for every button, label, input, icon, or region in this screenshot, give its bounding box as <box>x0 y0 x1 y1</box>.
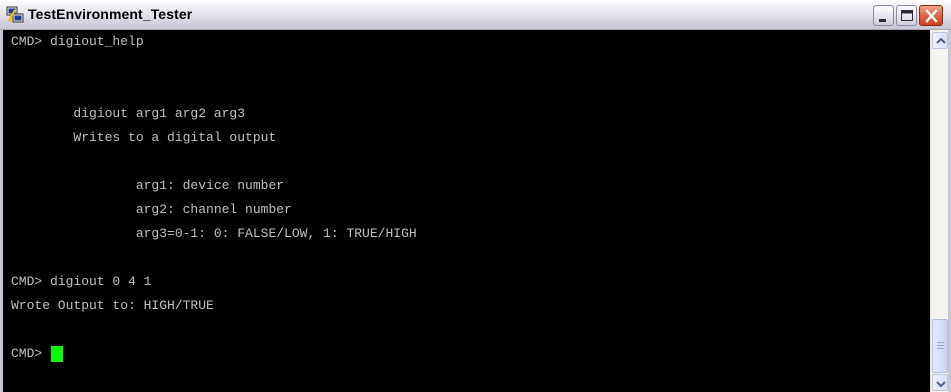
minimize-icon <box>879 19 886 22</box>
window-title: TestEnvironment_Tester <box>28 6 193 22</box>
terminal-console[interactable]: CMD> digiout_help digiout arg1 arg2 arg3… <box>3 30 930 392</box>
console-line: arg1: device number <box>11 178 285 193</box>
grip-line <box>937 348 944 349</box>
console-line: arg3=0-1: 0: FALSE/LOW, 1: TRUE/HIGH <box>11 226 417 241</box>
console-line: CMD> digiout_help <box>11 34 144 49</box>
console-line: Wrote Output to: HIGH/TRUE <box>11 298 214 313</box>
console-line: digiout arg1 arg2 arg3 <box>11 106 246 121</box>
close-button[interactable] <box>919 5 943 26</box>
console-prompt: CMD> <box>11 346 51 361</box>
scroll-up-button[interactable] <box>932 32 948 49</box>
chevron-up-icon <box>936 37 946 44</box>
console-line: arg2: channel number <box>11 202 292 217</box>
close-icon <box>925 9 938 23</box>
text-cursor <box>51 346 63 362</box>
grip-line <box>937 345 944 346</box>
console-line: CMD> digiout 0 4 1 <box>11 274 152 289</box>
maximize-icon <box>901 10 913 21</box>
scroll-thumb[interactable] <box>932 319 948 373</box>
console-line: Writes to a digital output <box>11 130 277 145</box>
scroll-down-button[interactable] <box>932 374 948 391</box>
grip-line <box>937 342 944 343</box>
maximize-button[interactable] <box>896 5 917 26</box>
putty-terminal-icon[interactable] <box>6 6 24 24</box>
terminal-window: TestEnvironment_Tester CMD> digiout_help… <box>0 0 951 392</box>
chevron-down-icon <box>936 381 946 388</box>
title-bar[interactable]: TestEnvironment_Tester <box>0 0 951 30</box>
minimize-button[interactable] <box>873 5 894 26</box>
vertical-scrollbar[interactable] <box>930 30 948 392</box>
